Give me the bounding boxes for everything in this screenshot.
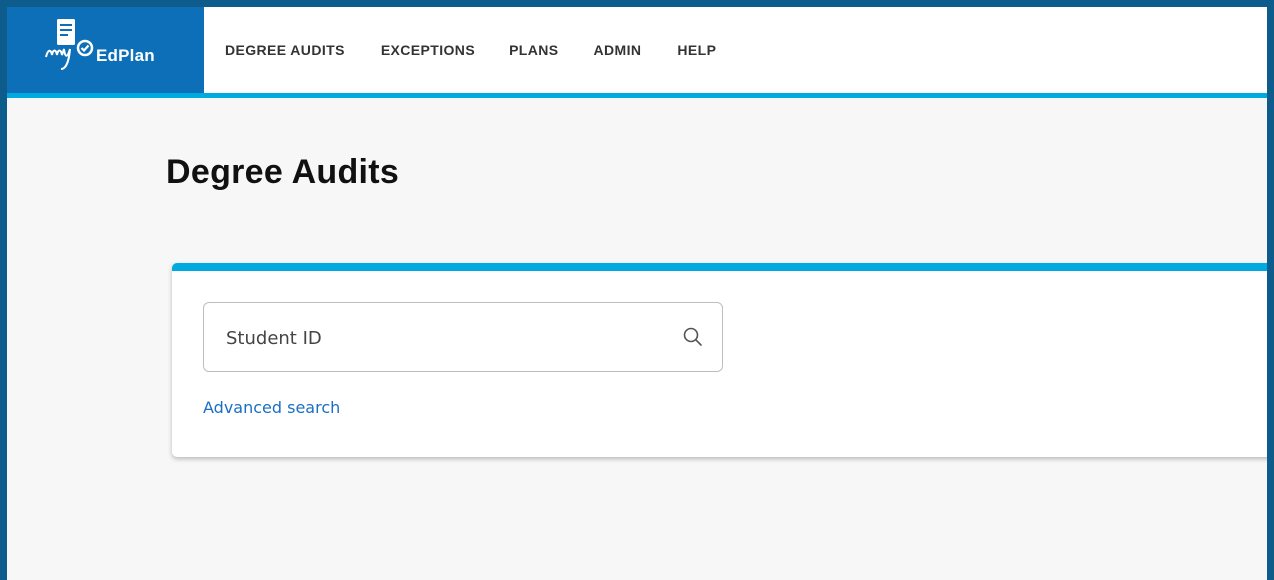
app-frame: EdPlan DEGREE AUDITS EXCEPTIONS PLANS AD… <box>0 0 1274 580</box>
nav-degree-audits[interactable]: DEGREE AUDITS <box>225 42 345 58</box>
logo[interactable]: EdPlan <box>7 7 204 93</box>
main-content: Degree Audits Advanced search <box>7 98 1267 580</box>
top-navbar: EdPlan DEGREE AUDITS EXCEPTIONS PLANS AD… <box>7 7 1267 98</box>
page-title: Degree Audits <box>166 153 400 191</box>
nav-exceptions[interactable]: EXCEPTIONS <box>381 42 475 58</box>
my-edplan-document-check-icon <box>45 19 94 70</box>
advanced-search-link[interactable]: Advanced search <box>203 398 340 417</box>
logo-text: EdPlan <box>96 46 155 65</box>
main-nav: DEGREE AUDITS EXCEPTIONS PLANS ADMIN HEL… <box>204 7 716 93</box>
search-icon[interactable] <box>682 326 704 348</box>
student-id-input[interactable] <box>224 303 668 373</box>
nav-help[interactable]: HELP <box>677 42 716 58</box>
student-id-search[interactable] <box>203 302 723 373</box>
search-card: Advanced search <box>172 263 1267 457</box>
nav-plans[interactable]: PLANS <box>509 42 558 58</box>
nav-admin[interactable]: ADMIN <box>594 42 642 58</box>
